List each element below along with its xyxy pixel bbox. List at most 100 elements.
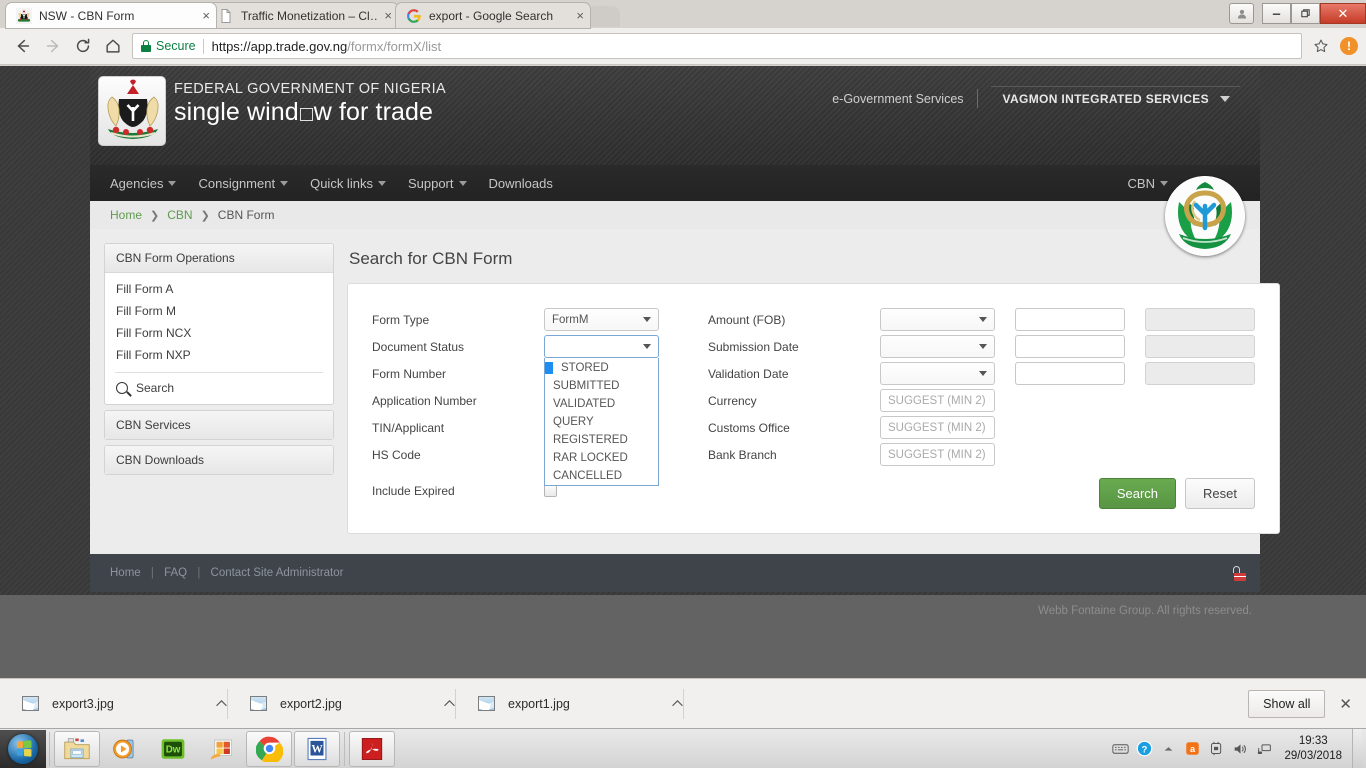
download-menu-chevron-icon-2[interactable] bbox=[631, 699, 684, 708]
document-status-option-stored[interactable]: STORED bbox=[553, 362, 609, 374]
minimize-button[interactable] bbox=[1262, 3, 1291, 24]
amount-fob-operator-select[interactable] bbox=[880, 308, 995, 331]
document-status-select[interactable] bbox=[544, 335, 659, 358]
tab-strip: NSW - CBN Form × Traffic Monetization – … bbox=[0, 0, 1366, 28]
reset-button[interactable]: Reset bbox=[1185, 478, 1255, 509]
network-icon[interactable] bbox=[1252, 734, 1276, 764]
validation-date-from-input[interactable] bbox=[1015, 362, 1125, 385]
footer-separator: | bbox=[150, 567, 154, 579]
government-line: FEDERAL GOVERNMENT OF NIGERIA bbox=[174, 81, 446, 97]
label-document-status: Document Status bbox=[372, 339, 465, 354]
chevron-down-icon bbox=[979, 317, 987, 322]
show-all-downloads-button[interactable]: Show all bbox=[1248, 689, 1326, 718]
sidebar: CBN Form Operations Fill Form A Fill For… bbox=[104, 243, 334, 534]
taskbar-adobe-acrobat[interactable] bbox=[349, 730, 395, 767]
footer-link-contact-site-administrator[interactable]: Contact Site Administrator bbox=[211, 567, 344, 579]
footer-link-home[interactable]: Home bbox=[110, 567, 141, 579]
breadcrumb-item-cbn[interactable]: CBN bbox=[167, 208, 192, 222]
close-download-shelf-icon[interactable]: ✕ bbox=[1339, 695, 1352, 713]
chrome-menu-update-icon[interactable]: ! bbox=[1340, 37, 1358, 55]
taskbar-clock[interactable]: 19:33 29/03/2018 bbox=[1276, 734, 1352, 763]
form-type-select[interactable]: FormM bbox=[544, 308, 659, 331]
show-hidden-icons-chevron-icon[interactable] bbox=[1156, 734, 1180, 764]
tab-close-button-1[interactable]: × bbox=[384, 9, 392, 22]
currency-suggest-input[interactable]: SUGGEST (MIN 2) bbox=[880, 389, 995, 412]
start-button[interactable] bbox=[0, 729, 46, 768]
nav-item-cbn[interactable]: CBN bbox=[1128, 165, 1168, 201]
bank-branch-suggest-input[interactable]: SUGGEST (MIN 2) bbox=[880, 443, 995, 466]
nav-item-downloads[interactable]: Downloads bbox=[489, 176, 553, 191]
unlocked-padlock-icon[interactable] bbox=[1232, 565, 1246, 581]
help-icon[interactable]: ? bbox=[1132, 734, 1156, 764]
customs-office-suggest-input[interactable]: SUGGEST (MIN 2) bbox=[880, 416, 995, 439]
search-form-card: Form Type FormM Document Status STORED S… bbox=[347, 283, 1280, 534]
browser-tab-1[interactable]: Traffic Monetization – Cl… × bbox=[208, 3, 398, 28]
bookmark-star-icon[interactable] bbox=[1308, 33, 1334, 59]
taskbar-microsoft-word[interactable]: W bbox=[294, 730, 340, 767]
submission-date-operator-select[interactable] bbox=[880, 335, 995, 358]
nav-item-consignment[interactable]: Consignment bbox=[198, 176, 289, 191]
sidebar-item-fill-form-a[interactable]: Fill Form A bbox=[105, 278, 333, 300]
taskbar-dreamweaver[interactable]: Dw bbox=[150, 731, 196, 767]
home-button[interactable] bbox=[98, 31, 128, 61]
maximize-restore-button[interactable] bbox=[1291, 3, 1320, 24]
document-status-option-cancelled[interactable]: CANCELLED bbox=[545, 470, 622, 482]
download-item-1[interactable]: export2.jpg bbox=[228, 679, 456, 729]
download-filename-0: export3.jpg bbox=[52, 696, 114, 711]
document-status-option-rar-locked[interactable]: RAR LOCKED bbox=[545, 452, 628, 464]
on-screen-keyboard-icon[interactable] bbox=[1108, 734, 1132, 764]
download-menu-chevron-icon-1[interactable] bbox=[403, 699, 456, 708]
document-status-option-validated[interactable]: VALIDATED bbox=[545, 398, 615, 410]
sidebar-panel-cbn-downloads[interactable]: CBN Downloads bbox=[104, 445, 334, 475]
breadcrumb-item-home[interactable]: Home bbox=[110, 208, 142, 222]
search-button[interactable]: Search bbox=[1098, 478, 1177, 509]
forward-button[interactable] bbox=[38, 31, 68, 61]
address-bar[interactable]: Secure https://app.trade.gov.ng/formx/fo… bbox=[132, 33, 1302, 59]
back-button[interactable] bbox=[8, 31, 38, 61]
submission-date-from-input[interactable] bbox=[1015, 335, 1125, 358]
download-item-0[interactable]: export3.jpg bbox=[0, 679, 228, 729]
taskbar-windows-explorer[interactable] bbox=[54, 730, 100, 767]
taskbar-google-chrome[interactable] bbox=[246, 730, 292, 767]
document-status-option-submitted[interactable]: SUBMITTED bbox=[545, 380, 619, 392]
download-item-2[interactable]: export1.jpg bbox=[456, 679, 684, 729]
field-row-currency: Currency SUGGEST (MIN 2) bbox=[708, 387, 1255, 414]
validation-date-operator-select[interactable] bbox=[880, 362, 995, 385]
footer-link-faq[interactable]: FAQ bbox=[164, 567, 187, 579]
document-status-option-query[interactable]: QUERY bbox=[545, 416, 594, 428]
profile-avatar-button[interactable] bbox=[1229, 3, 1254, 24]
nav-item-agencies[interactable]: Agencies bbox=[110, 176, 177, 191]
tab-close-button-0[interactable]: × bbox=[202, 9, 210, 22]
avast-antivirus-icon[interactable]: a bbox=[1180, 734, 1204, 764]
nav-item-quick-links[interactable]: Quick links bbox=[310, 176, 386, 191]
browser-tab-2[interactable]: export - Google Search × bbox=[396, 3, 590, 28]
sidebar-panel-title-operations[interactable]: CBN Form Operations bbox=[105, 244, 333, 273]
amount-fob-from-input[interactable] bbox=[1015, 308, 1125, 331]
reload-button[interactable] bbox=[68, 31, 98, 61]
egovernment-services-link[interactable]: e-Government Services bbox=[832, 92, 963, 106]
volume-icon[interactable] bbox=[1228, 734, 1252, 764]
taskbar-photo-viewer[interactable] bbox=[198, 731, 244, 767]
sidebar-panel-title-services[interactable]: CBN Services bbox=[105, 411, 333, 439]
sidebar-item-search[interactable]: Search bbox=[105, 373, 333, 404]
taskbar-windows-media-player[interactable] bbox=[102, 731, 148, 767]
tab-close-button-2[interactable]: × bbox=[576, 9, 584, 22]
show-desktop-button[interactable] bbox=[1352, 728, 1362, 768]
document-status-option-list[interactable]: STORED SUBMITTED VALIDATED QUERY REGISTE… bbox=[544, 358, 659, 486]
sidebar-item-fill-form-nxp[interactable]: Fill Form NXP bbox=[105, 344, 333, 366]
safely-remove-hardware-icon[interactable] bbox=[1204, 734, 1228, 764]
download-menu-chevron-icon-0[interactable] bbox=[175, 699, 228, 708]
sidebar-panel-title-downloads[interactable]: CBN Downloads bbox=[105, 446, 333, 474]
close-window-button[interactable]: ✕ bbox=[1320, 3, 1366, 24]
sidebar-panel-cbn-services[interactable]: CBN Services bbox=[104, 410, 334, 440]
brand-title-pre: single wind bbox=[174, 98, 299, 126]
document-status-option-blank[interactable] bbox=[545, 362, 553, 374]
new-tab-button[interactable] bbox=[590, 6, 620, 27]
browser-tab-0[interactable]: NSW - CBN Form × bbox=[6, 3, 216, 28]
sidebar-item-fill-form-m[interactable]: Fill Form M bbox=[105, 300, 333, 322]
nav-item-support[interactable]: Support bbox=[408, 176, 467, 191]
organisation-dropdown[interactable]: VAGMON INTEGRATED SERVICES bbox=[990, 86, 1240, 111]
header-right-links: e-Government Services VAGMON INTEGRATED … bbox=[832, 86, 1240, 111]
sidebar-item-fill-form-ncx[interactable]: Fill Form NCX bbox=[105, 322, 333, 344]
document-status-option-registered[interactable]: REGISTERED bbox=[545, 434, 628, 446]
